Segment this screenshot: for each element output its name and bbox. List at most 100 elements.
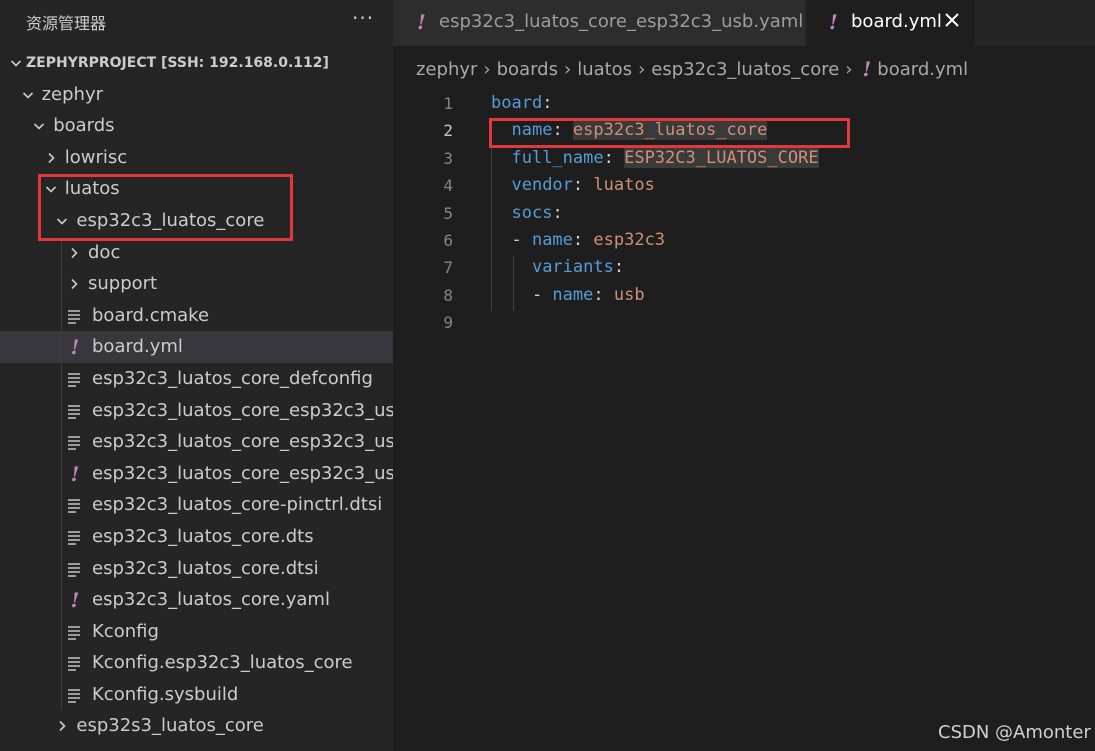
line-number: 8	[443, 285, 453, 305]
tree-file-esp32c3-luatos-core-esp32c3-usb[interactable]: esp32c3_luatos_core_esp32c3_usb...	[0, 394, 393, 427]
tree-file-esp32c3-luatos-core-pinctrl-dtsi[interactable]: esp32c3_luatos_core-pinctrl.dtsi	[0, 489, 393, 521]
text-file-icon	[67, 401, 83, 421]
indent-guide	[61, 615, 62, 648]
punctuation	[491, 257, 532, 277]
indent-guide	[61, 236, 62, 269]
punctuation	[491, 175, 511, 195]
tree-file-esp32c3-luatos-core-esp32c3-usb[interactable]: esp32c3_luatos_core_esp32c3_usb....	[0, 426, 393, 458]
tree-item-label: esp32c3_luatos_core_esp32c3_usb....	[92, 431, 393, 453]
tree-item-label: doc	[88, 241, 121, 263]
tree-folder-zephyr[interactable]: zephyr	[0, 79, 393, 111]
tree-item-label: ZEPHYRPROJECT [SSH: 192.168.0.112]	[26, 55, 329, 71]
code-line[interactable]: 5 socs:	[393, 202, 1095, 229]
yaml-key: name	[552, 284, 594, 305]
tree-file-esp32c3-luatos-core-dts[interactable]: esp32c3_luatos_core.dts	[0, 520, 393, 553]
tree-folder-esp32s3-luatos-core[interactable]: esp32s3_luatos_core	[0, 710, 393, 742]
code-line[interactable]: 8 - name: usb	[393, 284, 1095, 311]
yaml-key: socs	[511, 202, 553, 223]
code-line[interactable]: 6 - name: esp32c3	[393, 229, 1095, 256]
indent-guide	[61, 299, 62, 332]
yaml-key: board	[491, 93, 543, 113]
code-line[interactable]: 4 vendor: luatos	[393, 174, 1095, 201]
tree-item-label: boards	[53, 115, 115, 137]
tree-file-esp32c3-luatos-core-esp32c3-usb[interactable]: ! esp32c3_luatos_core_esp32c3_usb....	[0, 457, 393, 490]
chevron-down-icon[interactable]	[8, 55, 24, 71]
punctuation: :	[593, 284, 614, 305]
tree-folder-zephyrproject-ssh-192-168-0-112[interactable]: ZEPHYRPROJECT [SSH: 192.168.0.112]	[0, 47, 393, 79]
tree-file-kconfig-esp32c3-luatos-core[interactable]: Kconfig.esp32c3_luatos_core	[0, 647, 393, 679]
punctuation: -	[491, 230, 532, 250]
breadcrumb-item-board-yml[interactable]: board.yml	[877, 59, 968, 80]
tree-folder-boards[interactable]: boards	[0, 110, 393, 142]
chevron-right-icon[interactable]	[66, 276, 82, 292]
indent-guide	[61, 394, 62, 427]
code-text: variants:	[491, 257, 624, 277]
chevron-down-icon[interactable]	[31, 118, 47, 134]
indent-guide	[61, 584, 62, 616]
indent-guide	[61, 362, 62, 395]
line-number: 6	[443, 231, 453, 250]
yaml-file-icon: !	[417, 10, 426, 34]
tree-item-label: support	[88, 273, 158, 295]
code-line[interactable]: 7 variants:	[393, 256, 1095, 283]
tree-folder-doc[interactable]: doc	[0, 236, 393, 269]
yaml-file-icon: !	[829, 10, 838, 34]
indent-guide	[61, 520, 62, 553]
line-number: 4	[443, 176, 453, 196]
tree-item-label: lowrisc	[64, 146, 128, 168]
chevron-down-icon[interactable]	[20, 87, 36, 103]
line-number: 3	[443, 148, 453, 168]
code-line[interactable]: 3 full_name: ESP32C3_LUATOS_CORE	[393, 147, 1095, 174]
yaml-key: variants	[531, 257, 614, 278]
tree-file-esp32c3-luatos-core-yaml[interactable]: ! esp32c3_luatos_core.yaml	[0, 584, 393, 616]
tab-esp32c3-usb-yaml[interactable]: ! esp32c3_luatos_core_esp32c3_usb.yaml	[393, 0, 805, 46]
tree-file-esp32c3-luatos-core-defconfig[interactable]: esp32c3_luatos_core_defconfig	[0, 362, 393, 395]
indent-guide	[61, 552, 62, 585]
line-number: 1	[443, 94, 453, 113]
tree-item-label: board.cmake	[92, 304, 210, 326]
tree-item-label: esp32s3_luatos_core	[76, 715, 264, 737]
text-file-icon	[67, 369, 83, 389]
chevron-right-icon[interactable]	[43, 150, 59, 166]
more-actions-icon[interactable]: ···	[352, 6, 374, 30]
tree-file-board-yml[interactable]: ! board.yml	[0, 331, 393, 363]
indent-guide	[61, 678, 62, 711]
chevron-right-icon[interactable]	[54, 718, 70, 734]
close-icon[interactable]	[943, 11, 961, 29]
breadcrumb-item-luatos[interactable]: luatos	[577, 59, 632, 80]
code-line[interactable]: 1 board:	[393, 92, 1095, 119]
tree-folder-lowrisc[interactable]: lowrisc	[0, 142, 393, 174]
indent-guide	[61, 457, 62, 490]
tree-file-kconfig-sysbuild[interactable]: Kconfig.sysbuild	[0, 678, 393, 711]
tree-file-kconfig[interactable]: Kconfig	[0, 615, 393, 648]
punctuation: :	[552, 202, 563, 223]
code-line[interactable]: 9	[393, 311, 1095, 338]
chevron-right-icon[interactable]	[66, 245, 82, 261]
indent-guide	[61, 489, 62, 521]
indent-guide	[61, 331, 62, 363]
tab-board-yml[interactable]: ! board.yml	[807, 0, 975, 46]
punctuation: :	[572, 230, 594, 250]
watermark: CSDN @Amonter	[938, 722, 1091, 743]
chevron-right-icon: ›	[483, 58, 491, 80]
breadcrumb-item-zephyr[interactable]: zephyr	[416, 59, 477, 80]
tree-item-label: board.yml	[92, 336, 183, 358]
punctuation: -	[491, 284, 553, 305]
punctuation: :	[613, 257, 625, 278]
tree-folder-support[interactable]: support	[0, 268, 393, 300]
text-file-icon	[67, 653, 83, 673]
yaml-key: vendor	[511, 175, 573, 196]
tree-file-esp32c3-luatos-core-dtsi[interactable]: esp32c3_luatos_core.dtsi	[0, 552, 393, 585]
annotation-box-tree	[38, 174, 293, 241]
tree-file-board-cmake[interactable]: board.cmake	[0, 299, 393, 332]
breadcrumb-item-esp32c3-luatos-core[interactable]: esp32c3_luatos_core	[651, 59, 839, 80]
explorer-header: 资源管理器 ···	[0, 0, 393, 42]
code-editor[interactable]: 1 board: 2 name: esp32c3_luatos_core 3 full…	[393, 92, 1095, 751]
breadcrumb-item-boards[interactable]: boards	[497, 59, 558, 80]
code-text: board:	[491, 93, 552, 113]
explorer-title: 资源管理器	[26, 14, 107, 33]
text-file-icon	[67, 559, 83, 579]
yaml-file-icon: !	[70, 588, 80, 613]
tree-item-label: Kconfig.esp32c3_luatos_core	[92, 652, 353, 674]
tab-label: esp32c3_luatos_core_esp32c3_usb.yaml	[439, 11, 804, 32]
